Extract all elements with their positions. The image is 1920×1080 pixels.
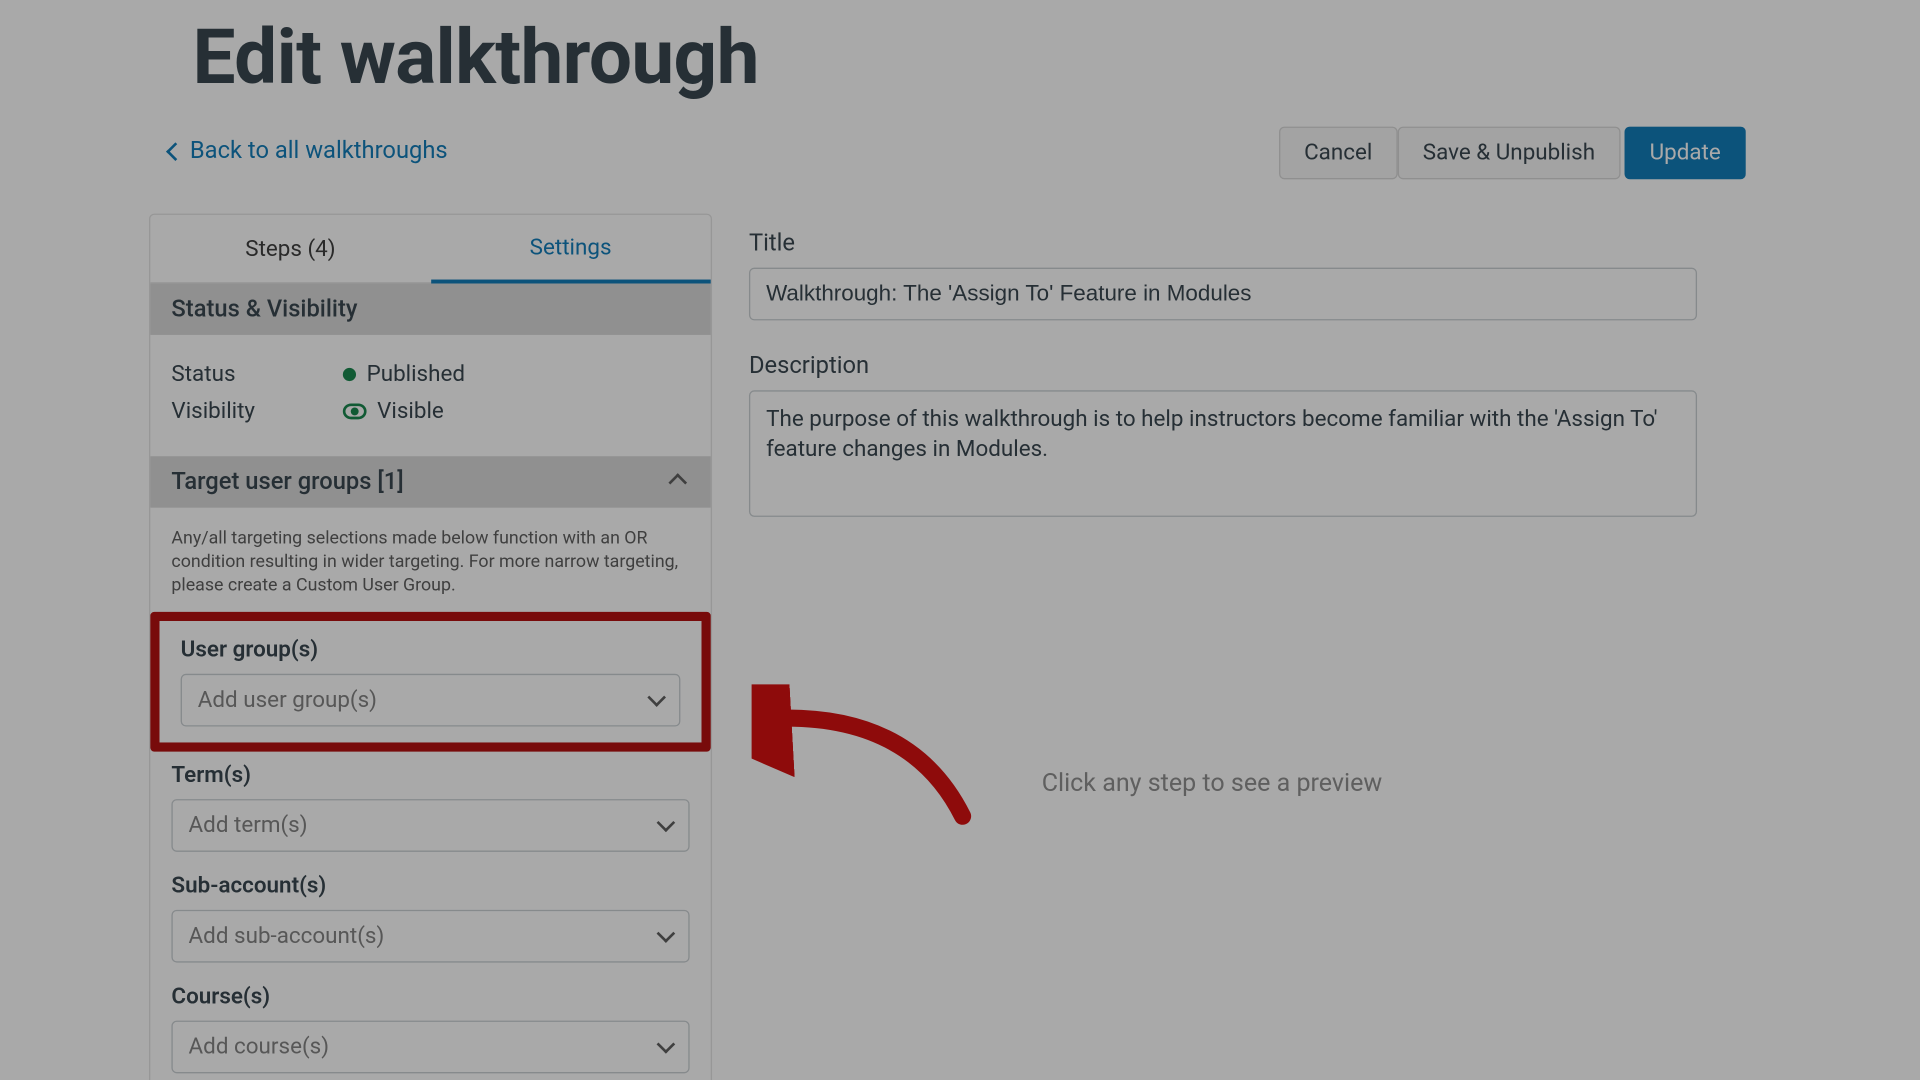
- status-visibility-header[interactable]: Status & Visibility: [150, 283, 710, 334]
- settings-sidebar: Steps (4) Settings Status & Visibility S…: [149, 214, 712, 1080]
- back-link-label: Back to all walkthroughs: [190, 137, 448, 165]
- target-groups-header[interactable]: Target user groups [1]: [150, 456, 710, 507]
- page-title: Edit walkthrough: [193, 13, 759, 103]
- status-dot-icon: [343, 368, 356, 381]
- status-row: Status Published: [171, 361, 689, 387]
- terms-field: Term(s) Add term(s): [150, 751, 710, 870]
- subaccounts-select[interactable]: Add sub-account(s): [171, 909, 689, 962]
- user-groups-highlight: User group(s) Add user group(s): [150, 611, 710, 751]
- save-unpublish-button[interactable]: Save & Unpublish: [1398, 127, 1620, 180]
- update-button[interactable]: Update: [1625, 127, 1746, 180]
- courses-placeholder: Add course(s): [189, 1033, 329, 1059]
- chevron-down-icon: [657, 924, 676, 943]
- eye-icon: [343, 403, 367, 419]
- subaccounts-placeholder: Add sub-account(s): [189, 923, 385, 949]
- description-textarea[interactable]: [749, 390, 1697, 517]
- chevron-down-icon: [657, 1035, 676, 1054]
- courses-select[interactable]: Add course(s): [171, 1020, 689, 1073]
- status-visibility-body: Status Published Visibility Visible: [150, 335, 710, 456]
- preview-placeholder: Click any step to see a preview: [1042, 767, 1383, 797]
- tab-steps[interactable]: Steps (4): [150, 215, 430, 282]
- tab-settings[interactable]: Settings: [431, 215, 711, 284]
- target-groups-title: Target user groups [1]: [171, 468, 403, 496]
- target-helper-text: Any/all targeting selections made below …: [150, 508, 710, 612]
- user-groups-placeholder: Add user group(s): [198, 687, 377, 713]
- description-field-label: Description: [749, 352, 1731, 380]
- actions-bar: Back to all walkthroughs Cancel Save & U…: [0, 127, 1920, 185]
- visibility-value: Visible: [377, 398, 444, 424]
- visibility-row: Visibility Visible: [171, 398, 689, 424]
- main-form: Title Description: [749, 214, 1731, 523]
- terms-label: Term(s): [171, 762, 689, 788]
- tabs: Steps (4) Settings: [150, 215, 710, 284]
- status-label: Status: [171, 361, 290, 387]
- status-visibility-title: Status & Visibility: [171, 295, 357, 323]
- visibility-label: Visibility: [171, 398, 290, 424]
- cancel-button[interactable]: Cancel: [1279, 127, 1397, 180]
- arrow-annotation-icon: [752, 684, 989, 842]
- back-link[interactable]: Back to all walkthroughs: [169, 137, 448, 165]
- chevron-down-icon: [647, 688, 666, 707]
- chevron-up-icon: [668, 473, 687, 492]
- courses-label: Course(s): [171, 983, 689, 1009]
- title-field-label: Title: [749, 229, 1731, 257]
- terms-placeholder: Add term(s): [189, 812, 308, 838]
- chevron-left-icon: [166, 142, 185, 161]
- user-groups-label: User group(s): [181, 636, 681, 662]
- user-groups-select[interactable]: Add user group(s): [181, 673, 681, 726]
- user-groups-field: User group(s) Add user group(s): [160, 621, 702, 742]
- subaccounts-field: Sub-account(s) Add sub-account(s): [150, 870, 710, 981]
- status-value: Published: [367, 361, 465, 387]
- chevron-down-icon: [657, 813, 676, 832]
- courses-field: Course(s) Add course(s): [150, 981, 710, 1080]
- subaccounts-label: Sub-account(s): [171, 872, 689, 898]
- title-input[interactable]: [749, 268, 1697, 321]
- terms-select[interactable]: Add term(s): [171, 799, 689, 852]
